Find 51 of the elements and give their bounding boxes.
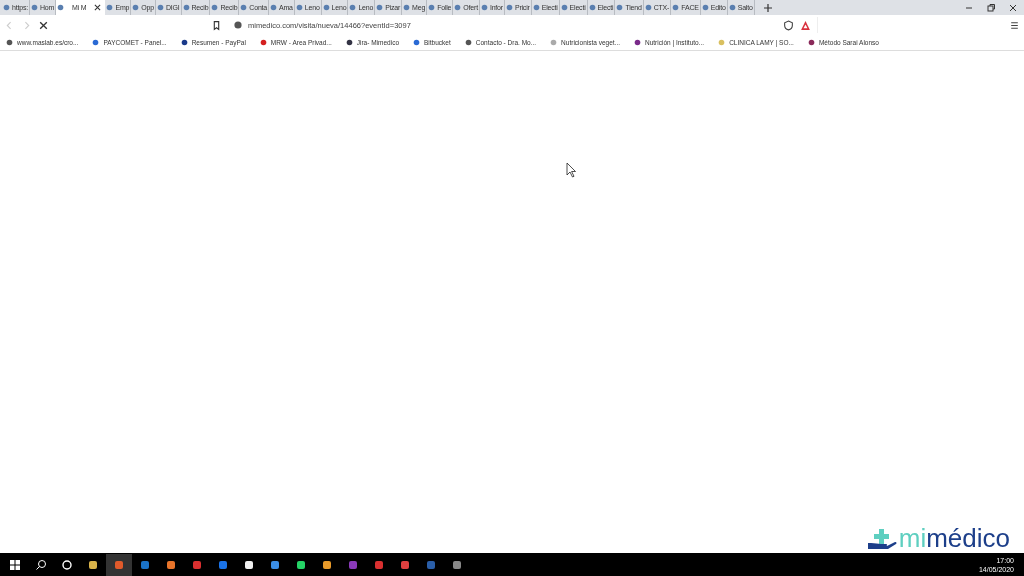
favicon-icon <box>550 39 558 46</box>
favicon-icon <box>345 39 353 46</box>
favicon-icon <box>701 4 709 11</box>
favicon-icon <box>413 39 421 46</box>
favicon-icon <box>182 4 190 11</box>
favicon-icon <box>644 4 652 11</box>
favicon-icon <box>807 39 815 46</box>
favicon-icon <box>92 39 100 46</box>
favicon-icon <box>180 39 188 46</box>
favicon-icon <box>259 39 267 46</box>
bookmark-icon[interactable] <box>211 19 222 31</box>
favicon-icon <box>211 4 219 11</box>
favicon-icon <box>672 4 680 11</box>
favicon-icon <box>718 39 726 46</box>
favicon-icon <box>454 4 462 11</box>
favicon-icon <box>295 4 303 11</box>
favicon-icon <box>634 39 641 46</box>
triangle-icon[interactable] <box>800 19 811 31</box>
favicon-icon <box>30 4 38 11</box>
new-tab-icon[interactable] <box>762 2 773 13</box>
close-icon[interactable] <box>1008 2 1018 13</box>
mouse-pointer-icon <box>566 162 576 178</box>
close-icon[interactable] <box>94 4 102 11</box>
favicon-icon <box>428 4 436 11</box>
favicon-icon <box>270 4 277 11</box>
favicon-icon <box>106 4 114 11</box>
restore-icon[interactable] <box>986 2 996 13</box>
favicon-icon <box>6 39 13 46</box>
favicon-icon <box>240 4 248 11</box>
favicon-icon <box>3 4 10 11</box>
favicon-icon <box>505 4 513 11</box>
favicon-icon <box>156 4 164 11</box>
favicon-icon <box>588 4 596 11</box>
favicon-icon <box>560 4 568 11</box>
favicon-icon <box>464 39 472 46</box>
menu-icon[interactable] <box>1009 19 1020 31</box>
logo-text: mimédico <box>898 525 1010 551</box>
favicon-icon <box>480 4 488 11</box>
favicon-icon <box>616 4 624 11</box>
favicon-icon <box>403 4 411 11</box>
favicon-icon <box>376 4 384 11</box>
favicon-icon <box>349 4 357 11</box>
favicon-icon <box>728 4 736 11</box>
favicon-icon <box>57 4 65 11</box>
stop-icon[interactable] <box>38 19 49 31</box>
info-icon[interactable] <box>234 21 242 29</box>
shield-icon[interactable] <box>783 19 794 31</box>
favicon-icon <box>532 4 540 11</box>
favicon-icon <box>322 4 330 11</box>
hand-cross-icon <box>866 527 897 551</box>
favicon-icon <box>132 4 140 11</box>
